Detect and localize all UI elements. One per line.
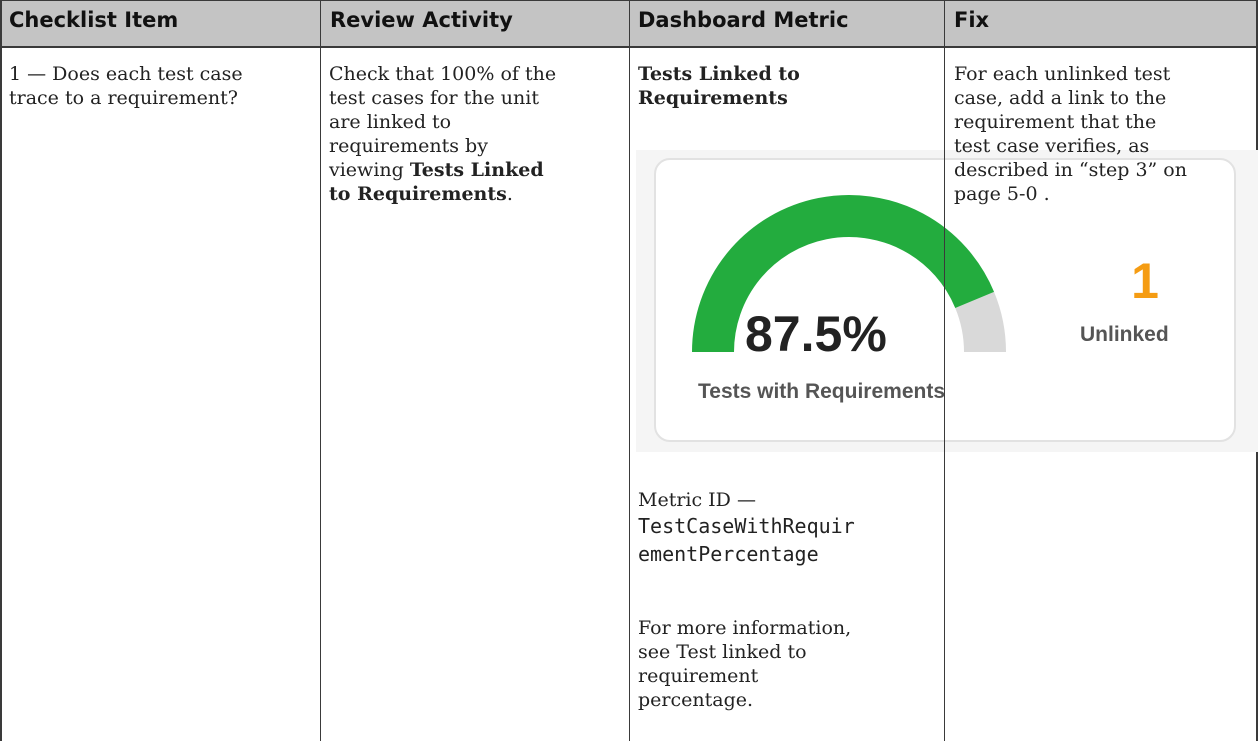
step-3-link[interactable]: described in “step 3” on bbox=[954, 158, 1187, 182]
metric-id-value: TestCaseWithRequir ementPercentage bbox=[638, 514, 855, 566]
gauge-caption: Tests with Requirements bbox=[698, 380, 945, 403]
gauge-value: 87.5% bbox=[745, 306, 887, 362]
fix-text: For each unlinked test case, add a link … bbox=[954, 63, 1187, 205]
more-information-text: For more information, see Test linked to… bbox=[638, 617, 852, 711]
gauge-track bbox=[955, 291, 1006, 353]
column-divider-3 bbox=[944, 0, 945, 741]
metric-id-label: Metric ID — bbox=[638, 489, 756, 511]
test-linked-link[interactable]: Test linked to bbox=[676, 641, 806, 663]
unlinked-count: 1 bbox=[1131, 253, 1159, 309]
unlinked-label: Unlinked bbox=[1080, 323, 1169, 346]
